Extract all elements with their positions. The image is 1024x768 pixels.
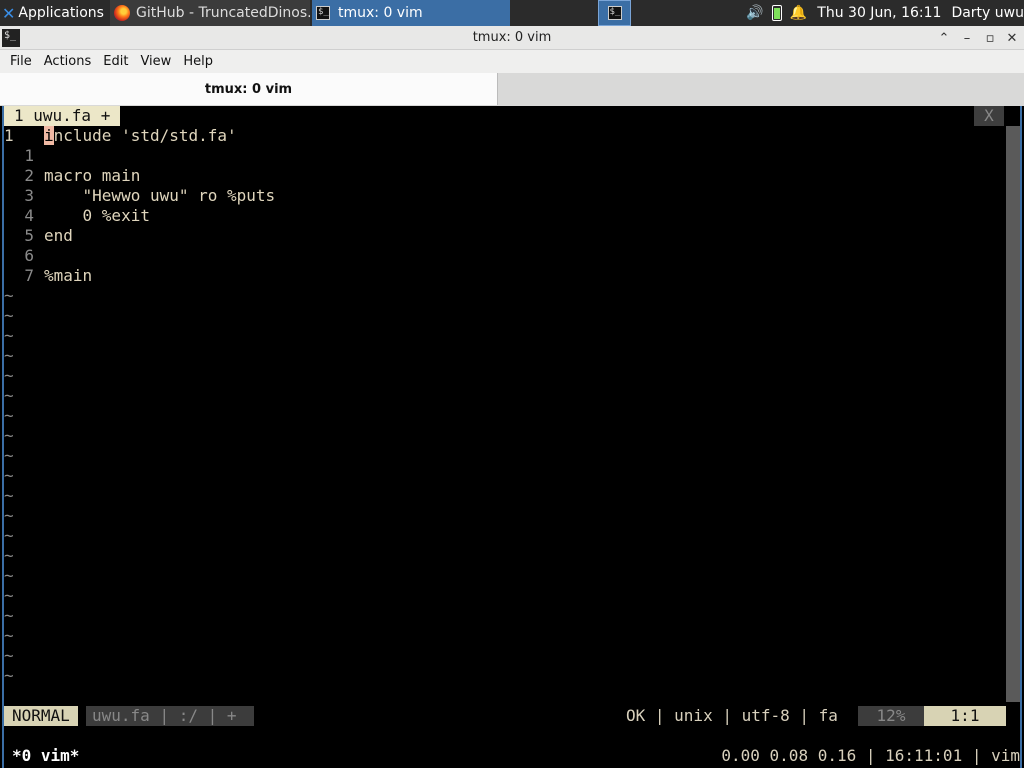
buffer-line[interactable]: 4 0 %exit: [4, 206, 1004, 226]
empty-line-tilde: ~: [4, 586, 14, 605]
workspace-switcher-button[interactable]: $_: [598, 0, 631, 26]
shade-button[interactable]: ⌃: [934, 28, 954, 48]
scrollbar[interactable]: [1006, 126, 1020, 702]
menu-edit[interactable]: Edit: [97, 54, 134, 69]
tmux-statusbar: *0 vim* 0.00 0.08 0.16 | 16:11:01 | vim: [4, 746, 1020, 766]
line-number: 6: [24, 246, 34, 265]
buffer-line[interactable]: 1 include 'std/std.fa': [4, 126, 1004, 146]
empty-line-tilde: ~: [4, 506, 14, 525]
tab-tmux[interactable]: tmux: 0 vim: [0, 73, 498, 105]
buffer-line[interactable]: 7 %main: [4, 266, 1004, 286]
line-number: 7: [24, 266, 34, 285]
statusline-directory: :/: [178, 706, 198, 725]
clock[interactable]: Thu 30 Jun, 16:11: [817, 5, 941, 21]
buffer-line[interactable]: 2 macro main: [4, 166, 1004, 186]
empty-line-tilde: ~: [4, 646, 14, 665]
notification-bell-icon[interactable]: 🔔: [788, 5, 810, 21]
empty-line-tilde: ~: [4, 286, 14, 305]
empty-line-tilde: ~: [4, 406, 14, 425]
vim-tab-uwu-fa[interactable]: 1 uwu.fa +: [4, 106, 121, 126]
line-text[interactable]: macro main: [44, 166, 140, 186]
terminal-icon: $_: [607, 6, 622, 20]
tmux-status-right: 0.00 0.08 0.16 | 16:11:01 | vim: [721, 746, 1020, 765]
line-number: 4: [24, 206, 34, 225]
system-tray: 🔊 🔔 Thu 30 Jun, 16:11 Darty uwu: [744, 0, 1024, 26]
text-cursor: i: [44, 126, 54, 145]
window-titlebar[interactable]: $_ tmux: 0 vim ⌃ – ▫ ✕: [0, 26, 1024, 50]
line-number: 1: [24, 146, 34, 165]
menu-file[interactable]: File: [4, 54, 38, 69]
empty-line-tilde: ~: [4, 666, 14, 685]
menu-view[interactable]: View: [134, 54, 177, 69]
volume-icon[interactable]: 🔊: [744, 5, 766, 21]
statusline-percent: 12%: [858, 706, 924, 726]
close-button[interactable]: ✕: [1002, 28, 1022, 48]
battery-icon[interactable]: [766, 5, 788, 21]
firefox-icon: [114, 5, 130, 21]
statusline-separator: |: [207, 706, 218, 725]
empty-line-tilde: ~: [4, 366, 14, 385]
xfce-logo-icon: ✕: [2, 3, 16, 23]
statusline-modified-flag: +: [226, 706, 237, 725]
taskbar-item-label: GitHub - TruncatedDinos...: [136, 5, 310, 21]
applications-label: Applications: [18, 5, 104, 21]
buffer-line[interactable]: 6: [4, 246, 1004, 266]
maximize-button[interactable]: ▫: [980, 28, 1000, 48]
empty-line-tilde: ~: [4, 566, 14, 585]
empty-line-tilde: ~: [4, 606, 14, 625]
empty-line-tilde: ~: [4, 486, 14, 505]
mode-indicator: NORMAL: [4, 706, 78, 726]
taskbar-item-terminal[interactable]: $_ tmux: 0 vim: [312, 0, 510, 26]
empty-line-tilde: ~: [4, 346, 14, 365]
menu-actions[interactable]: Actions: [38, 54, 98, 69]
buffer-line[interactable]: 1: [4, 146, 1004, 166]
top-panel: ✕ Applications GitHub - TruncatedDinos..…: [0, 0, 1024, 26]
empty-line-tilde: ~: [4, 306, 14, 325]
window-title: tmux: 0 vim: [472, 30, 552, 45]
line-text[interactable]: 0 %exit: [44, 206, 150, 226]
statusline-fileinfo: OK | unix | utf-8 | fa: [626, 706, 838, 725]
taskbar-item-firefox[interactable]: GitHub - TruncatedDinos...: [110, 0, 310, 26]
terminal-icon: $_: [316, 6, 330, 20]
vim-statusline: NORMAL uwu.fa | :/ | + OK | unix | utf-8…: [4, 706, 1006, 726]
statusline-cursor-position: 1:1: [924, 706, 1006, 726]
terminal-tab-bar: tmux: 0 vim: [0, 73, 1024, 106]
empty-line-tilde: ~: [4, 546, 14, 565]
line-text-rest: nclude 'std/std.fa': [53, 126, 237, 145]
line-number: 1: [4, 126, 14, 145]
line-number: 3: [24, 186, 34, 205]
vim-tab-close-button[interactable]: X: [974, 106, 1004, 126]
minimize-button[interactable]: –: [957, 28, 977, 48]
line-text[interactable]: include 'std/std.fa': [44, 126, 237, 146]
empty-line-tilde: ~: [4, 426, 14, 445]
buffer-line[interactable]: 5 end: [4, 226, 1004, 246]
buffer-line[interactable]: 3 "Hewwo uwu" ro %puts: [4, 186, 1004, 206]
line-text[interactable]: end: [44, 226, 73, 246]
line-number: 2: [24, 166, 34, 185]
empty-line-tilde: ~: [4, 326, 14, 345]
line-text[interactable]: "Hewwo uwu" ro %puts: [44, 186, 276, 206]
menu-help[interactable]: Help: [177, 54, 219, 69]
line-number: 5: [24, 226, 34, 245]
tmux-window-item[interactable]: *0 vim*: [12, 746, 79, 766]
taskbar-item-label: tmux: 0 vim: [338, 5, 423, 21]
terminal-area[interactable]: 1 uwu.fa + X 1 include 'std/std.fa' 1 2 macr…: [2, 106, 1022, 768]
applications-menu-button[interactable]: ✕ Applications: [0, 0, 110, 26]
statusline-separator: |: [159, 706, 170, 725]
empty-line-tilde: ~: [4, 626, 14, 645]
line-text[interactable]: %main: [44, 266, 92, 286]
empty-line-tilde: ~: [4, 466, 14, 485]
statusline-file-section: uwu.fa | :/ | +: [86, 706, 254, 726]
empty-line-tilde: ~: [4, 526, 14, 545]
menubar: File Actions Edit View Help: [0, 50, 1024, 73]
empty-line-tilde: ~: [4, 386, 14, 405]
user-menu[interactable]: Darty uwu: [951, 5, 1024, 21]
empty-line-tilde: ~: [4, 446, 14, 465]
statusline-filename: uwu.fa: [92, 706, 150, 725]
